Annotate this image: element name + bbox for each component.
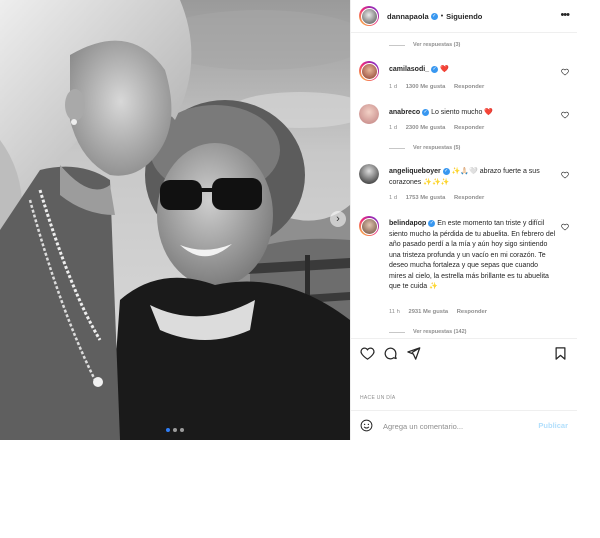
heart-outline-icon[interactable] [561,171,569,179]
author-avatar[interactable] [359,6,379,26]
comment-time[interactable]: 11 h [389,309,400,315]
carousel-dots [166,428,184,432]
commenter-username[interactable]: camilasodi_ [389,66,429,73]
comment-time[interactable]: 1 d [389,195,397,201]
comment-time[interactable]: 1 d [389,125,397,131]
publish-button[interactable]: Publicar [538,421,568,430]
comment-text: ❤️ [440,66,449,73]
carousel-dot [173,428,177,432]
more-horizontal-icon[interactable]: ••• [560,10,570,21]
carousel-next-button[interactable]: › [330,211,346,227]
comment-likes[interactable]: 1753 Me gusta [406,195,446,201]
comment-body: anabreco ✓ Lo siento mucho ❤️ [389,108,557,119]
carousel-dot [180,428,184,432]
commenter-avatar[interactable] [359,164,379,184]
comment-body: belindapop ✓ En este momento tan triste y… [389,219,557,293]
verified-badge-icon: ✓ [428,219,436,227]
view-replies-label: Ver respuestas (3) [413,42,461,48]
author-username[interactable]: dannapaola [387,12,429,21]
posted-time[interactable]: HACE UN DÍA [360,395,396,401]
add-comment-bar: Publicar [351,410,577,440]
following-button[interactable]: Siguiendo [446,12,482,21]
comment-likes[interactable]: 2931 Me gusta [408,309,448,315]
heart-outline-icon[interactable] [561,111,569,119]
verified-badge-icon: ✓ [442,167,450,175]
commenter-avatar[interactable] [359,216,379,236]
view-replies-link[interactable]: Ver respuestas (3) [389,42,460,48]
commenter-username[interactable]: anabreco [389,109,420,116]
commenter-username[interactable]: angeliqueboyer [389,168,441,175]
comment-body: camilasodi_ ✓ ❤️ [389,65,557,76]
separator-dot: • [440,12,444,20]
reply-button[interactable]: Responder [454,84,484,90]
heart-outline-icon[interactable] [561,223,569,231]
instagram-post: › dannapaola ✓ • Siguiendo ••• Ver respu… [0,0,577,440]
thread-line [389,331,405,333]
comment-meta: 1 d 1753 Me gusta Responder [389,195,491,201]
comment-likes[interactable]: 1300 Me gusta [406,84,446,90]
post-action-bar [351,338,577,368]
reply-button[interactable]: Responder [454,195,484,201]
carousel-dot [166,428,170,432]
view-replies-label: Ver respuestas (142) [413,329,467,335]
comment-text: Lo siento mucho ❤️ [431,109,494,116]
post-photo[interactable]: › [0,0,350,440]
reply-button[interactable]: Responder [454,125,484,131]
comment-text: En este momento tan triste y difícil sie… [389,220,556,290]
comment-input[interactable] [383,419,533,433]
verified-badge-icon: ✓ [431,65,439,73]
black-white-photo [0,0,350,440]
commenter-avatar[interactable] [359,61,379,81]
post-header: dannapaola ✓ • Siguiendo ••• [351,0,577,33]
comment-meta: 11 h 2931 Me gusta Responder [389,309,494,315]
reply-button[interactable]: Responder [457,309,487,315]
heart-outline-icon[interactable] [561,68,569,76]
view-replies-link[interactable]: Ver respuestas (5) [389,145,460,151]
heart-outline-icon[interactable] [360,346,375,361]
comments-panel: dannapaola ✓ • Siguiendo ••• Ver respues… [350,0,577,440]
bookmark-icon[interactable] [553,346,568,361]
comment-bubble-icon[interactable] [383,346,398,361]
verified-badge-icon: ✓ [422,108,430,116]
verified-badge-icon: ✓ [430,12,438,20]
commenter-username[interactable]: belindapop [389,220,426,227]
thread-line [389,44,405,46]
view-replies-label: Ver respuestas (5) [413,145,461,151]
comment-meta: 1 d 2300 Me gusta Responder [389,125,491,131]
view-replies-link[interactable]: Ver respuestas (142) [389,329,467,335]
smiley-icon[interactable] [360,419,373,432]
commenter-avatar[interactable] [359,104,379,124]
comment-body: angeliqueboyer ✓ ✨🙏🏻🤍 abrazo fuerte a sus… [389,167,557,188]
comment-time[interactable]: 1 d [389,84,397,90]
comment-meta: 1 d 1300 Me gusta Responder [389,84,491,90]
comment-likes[interactable]: 2300 Me gusta [406,125,446,131]
paper-plane-icon[interactable] [406,346,421,361]
thread-line [389,147,405,149]
